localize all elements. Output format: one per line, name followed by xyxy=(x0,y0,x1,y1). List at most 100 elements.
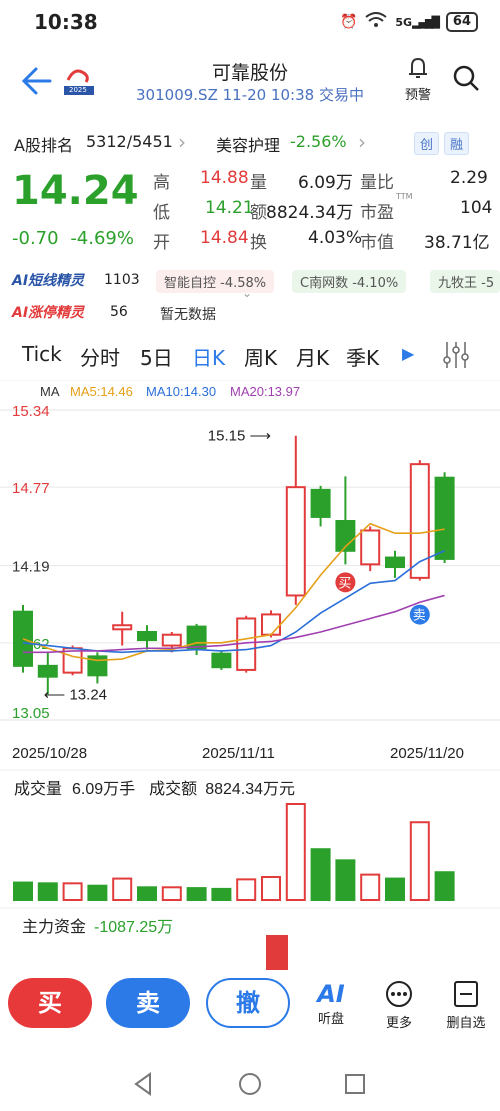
tab-daily-k[interactable]: 日K xyxy=(192,342,225,371)
tab-tick[interactable]: Tick xyxy=(22,342,62,366)
volume-bar xyxy=(137,886,157,902)
ai-short-value: 1103 xyxy=(104,272,140,288)
settings-sliders-icon[interactable] xyxy=(442,340,470,375)
amount-label: 额 xyxy=(250,203,267,223)
volume-bar xyxy=(385,877,405,902)
more-label: 更多 xyxy=(385,1016,412,1031)
x-label-mid: 2025/11/11 xyxy=(202,745,275,762)
tag-chuang: 创 xyxy=(414,132,440,155)
volume-value: 6.09万 xyxy=(298,173,353,193)
candle-body xyxy=(161,633,182,647)
chevron-right-icon: › xyxy=(358,130,366,154)
listen-button[interactable]: AI 听盘 xyxy=(306,980,356,1027)
nav-home-icon[interactable] xyxy=(238,1072,262,1096)
ai-limit-label[interactable]: AI涨停精灵 xyxy=(12,302,84,322)
volume-bar xyxy=(112,877,133,902)
nav-back-icon[interactable] xyxy=(132,1072,154,1096)
ma-legend-label: MA xyxy=(40,384,60,399)
signal-icon: 5G▂▄▆█ xyxy=(395,15,440,29)
rank-label: A股排名 xyxy=(14,136,73,155)
pe-value: 104 xyxy=(460,198,493,218)
volume-bar xyxy=(360,873,381,902)
amount-value: 8824.34万 xyxy=(266,203,354,223)
candle-body xyxy=(261,613,281,636)
ma20-legend: MA20:13.97 xyxy=(230,384,300,399)
sell-button[interactable]: 卖 xyxy=(106,978,190,1028)
candle-body xyxy=(310,488,331,518)
tab-weekly-k[interactable]: 周K xyxy=(244,342,277,371)
cancel-order-button[interactable]: 撤 xyxy=(206,978,290,1028)
volume-bar xyxy=(37,882,58,901)
volume-bar xyxy=(335,859,356,901)
chevron-right-icon: › xyxy=(178,130,186,154)
candle-body xyxy=(37,664,58,678)
ai-icon: AI xyxy=(317,980,345,1008)
ai-chip-2[interactable]: C南网数 -4.10% xyxy=(292,270,407,293)
high-label: 高 xyxy=(153,173,170,193)
x-label-end: 2025/11/20 xyxy=(390,745,464,762)
low-value: 14.21 xyxy=(205,198,254,218)
rank-row: A股排名 5312/5451 › 美容护理 -2.56% › 创 融 xyxy=(0,128,500,158)
y-tick-label: 13.05 xyxy=(12,705,50,722)
turnover-label: 换 xyxy=(250,233,267,253)
candle-body xyxy=(385,556,405,569)
more-button[interactable]: 更多 xyxy=(374,980,424,1031)
candle-body xyxy=(112,624,133,631)
candle-body xyxy=(285,486,306,597)
ai-short-label[interactable]: AI短线精灵 xyxy=(12,270,84,290)
volume-bar xyxy=(285,803,306,901)
change-percent: -4.69% xyxy=(70,228,134,249)
low-marker: ⟵ 13.24 xyxy=(44,686,107,703)
ai-limit-text: 暂无数据 xyxy=(160,307,216,323)
volume-bar xyxy=(434,871,455,902)
tab-quarterly-k[interactable]: 季K xyxy=(346,342,379,371)
ai-chip-3[interactable]: 九牧王 -5 xyxy=(430,270,500,293)
tab-intraday[interactable]: 分时 xyxy=(80,342,120,371)
volume-bar xyxy=(186,887,207,902)
price-block: 14.24 -0.70 -4.69% 高 14.88 低 14.21 开 14.… xyxy=(0,162,500,254)
sector-name[interactable]: 美容护理 xyxy=(216,132,280,156)
market-cap-value: 38.71亿 xyxy=(424,233,490,253)
y-tick-label: 15.34 xyxy=(12,403,50,420)
remove-watchlist-button[interactable]: 删自选 xyxy=(440,980,492,1031)
ai-chip-1[interactable]: 智能自控 -4.58% xyxy=(156,270,275,293)
volume-bar xyxy=(161,886,182,902)
status-bar: 10:38 ⏰ 5G▂▄▆█ 64 xyxy=(0,0,500,46)
volume-bar xyxy=(87,884,108,901)
ai-limit-row: AI涨停精灵 56 暂无数据 ⌄ xyxy=(0,286,500,326)
capital-bar xyxy=(266,935,288,970)
listen-label: 听盘 xyxy=(317,1012,344,1027)
volume-bar xyxy=(310,848,331,902)
rank-value[interactable]: 5312/5451 xyxy=(86,132,173,151)
tab-5day[interactable]: 5日 xyxy=(140,342,173,371)
volume-ratio-label: 量比 xyxy=(360,173,394,193)
bottom-action-bar: 买 卖 撤 AI 听盘 更多 删自选 xyxy=(0,970,500,1040)
open-value: 14.84 xyxy=(200,228,249,248)
more-dots-icon xyxy=(386,981,412,1007)
y-tick-label: 14.77 xyxy=(12,480,50,497)
y-tick-label: 14.19 xyxy=(12,559,50,576)
status-time: 10:38 xyxy=(34,10,98,34)
volume-bar xyxy=(211,887,232,901)
alarm-icon: ⏰ xyxy=(339,14,358,30)
change-value: -0.70 xyxy=(12,228,59,249)
chart-tabs: Tick 分时 5日 日K 周K 月K 季K ▶ xyxy=(0,338,500,378)
more-tabs-arrow-icon[interactable]: ▶ xyxy=(402,344,414,363)
sell-signal-label: 卖 xyxy=(413,609,426,624)
nav-recents-icon[interactable] xyxy=(344,1073,366,1095)
capital-label: 主力资金 -1087.25万 xyxy=(22,918,173,936)
kline-chart[interactable]: MA MA5:14.46 MA10:14.30 MA20:13.97 15.34… xyxy=(0,380,500,970)
search-icon[interactable] xyxy=(452,64,482,94)
low-label: 低 xyxy=(153,203,170,223)
ma20-line xyxy=(23,594,445,654)
expand-chevron-icon[interactable]: ⌄ xyxy=(242,286,252,300)
buy-button[interactable]: 买 xyxy=(8,978,92,1028)
volume-bar xyxy=(261,875,281,901)
volume-bar xyxy=(13,881,33,901)
tab-monthly-k[interactable]: 月K xyxy=(296,342,329,371)
header: 2025 可靠股份 301009.SZ 11-20 10:38 交易中 预警 xyxy=(0,50,500,116)
ma5-line xyxy=(22,522,445,662)
alert-button[interactable]: 预警 xyxy=(400,56,436,103)
current-price: 14.24 xyxy=(12,168,139,214)
volume-bar xyxy=(62,882,83,901)
